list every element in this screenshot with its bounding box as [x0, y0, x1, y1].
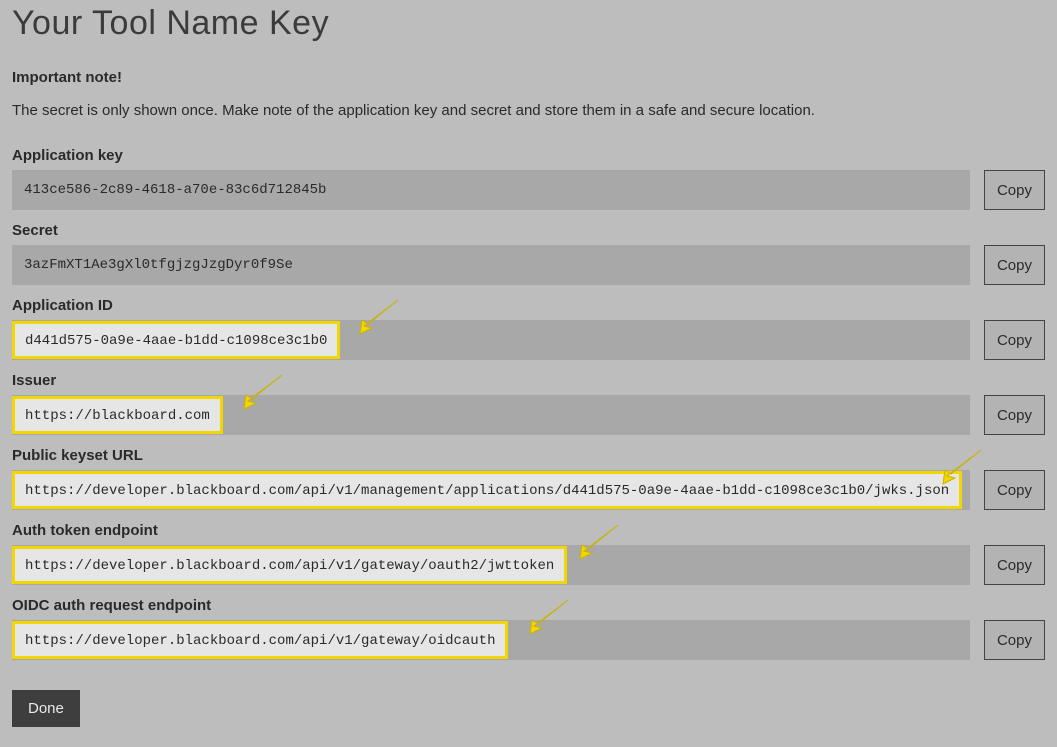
copy-issuer-button[interactable]: Copy — [984, 395, 1045, 435]
auth-token-value-container: https://developer.blackboard.com/api/v1/… — [12, 545, 970, 585]
copy-application-id-button[interactable]: Copy — [984, 320, 1045, 360]
issuer-value-container: https://blackboard.com — [12, 395, 970, 435]
secret-note-text: The secret is only shown once. Make note… — [12, 102, 1045, 119]
auth-token-label: Auth token endpoint — [12, 522, 1045, 539]
copy-oidc-auth-button[interactable]: Copy — [984, 620, 1045, 660]
application-key-label: Application key — [12, 147, 1045, 164]
public-keyset-label: Public keyset URL — [12, 447, 1045, 464]
oidc-auth-highlight: https://developer.blackboard.com/api/v1/… — [12, 621, 508, 659]
done-button[interactable]: Done — [12, 690, 80, 727]
secret-value-container: 3azFmXT1Ae3gXl0tfgjzgJzgDyr0f9Se — [12, 245, 970, 285]
important-note-label: Important note! — [12, 69, 1045, 86]
public-keyset-value: https://developer.blackboard.com/api/v1/… — [25, 483, 949, 499]
copy-application-key-button[interactable]: Copy — [984, 170, 1045, 210]
secret-label: Secret — [12, 222, 1045, 239]
secret-block: Secret 3azFmXT1Ae3gXl0tfgjzgJzgDyr0f9Se … — [12, 222, 1045, 285]
application-id-highlight: d441d575-0a9e-4aae-b1dd-c1098ce3c1b0 — [12, 321, 340, 359]
copy-secret-button[interactable]: Copy — [984, 245, 1045, 285]
application-id-label: Application ID — [12, 297, 1045, 314]
page-title: Your Tool Name Key — [12, 4, 1045, 43]
secret-value: 3azFmXT1Ae3gXl0tfgjzgJzgDyr0f9Se — [12, 247, 305, 283]
application-key-value-container: 413ce586-2c89-4618-a70e-83c6d712845b — [12, 170, 970, 210]
public-keyset-value-container: https://developer.blackboard.com/api/v1/… — [12, 470, 970, 510]
issuer-label: Issuer — [12, 372, 1045, 389]
oidc-auth-value-container: https://developer.blackboard.com/api/v1/… — [12, 620, 970, 660]
oidc-auth-value: https://developer.blackboard.com/api/v1/… — [25, 633, 495, 649]
auth-token-highlight: https://developer.blackboard.com/api/v1/… — [12, 546, 567, 584]
oidc-auth-block: OIDC auth request endpoint https://devel… — [12, 597, 1045, 660]
application-id-value: d441d575-0a9e-4aae-b1dd-c1098ce3c1b0 — [25, 333, 327, 349]
copy-public-keyset-button[interactable]: Copy — [984, 470, 1045, 510]
issuer-highlight: https://blackboard.com — [12, 396, 223, 434]
public-keyset-block: Public keyset URL https://developer.blac… — [12, 447, 1045, 510]
issuer-value: https://blackboard.com — [25, 408, 210, 424]
oidc-auth-label: OIDC auth request endpoint — [12, 597, 1045, 614]
application-key-block: Application key 413ce586-2c89-4618-a70e-… — [12, 147, 1045, 210]
issuer-block: Issuer https://blackboard.com Copy — [12, 372, 1045, 435]
auth-token-value: https://developer.blackboard.com/api/v1/… — [25, 558, 554, 574]
application-id-block: Application ID d441d575-0a9e-4aae-b1dd-c… — [12, 297, 1045, 360]
application-id-value-container: d441d575-0a9e-4aae-b1dd-c1098ce3c1b0 — [12, 320, 970, 360]
copy-auth-token-button[interactable]: Copy — [984, 545, 1045, 585]
application-key-value: 413ce586-2c89-4618-a70e-83c6d712845b — [12, 172, 338, 208]
public-keyset-highlight: https://developer.blackboard.com/api/v1/… — [12, 471, 962, 509]
auth-token-block: Auth token endpoint https://developer.bl… — [12, 522, 1045, 585]
